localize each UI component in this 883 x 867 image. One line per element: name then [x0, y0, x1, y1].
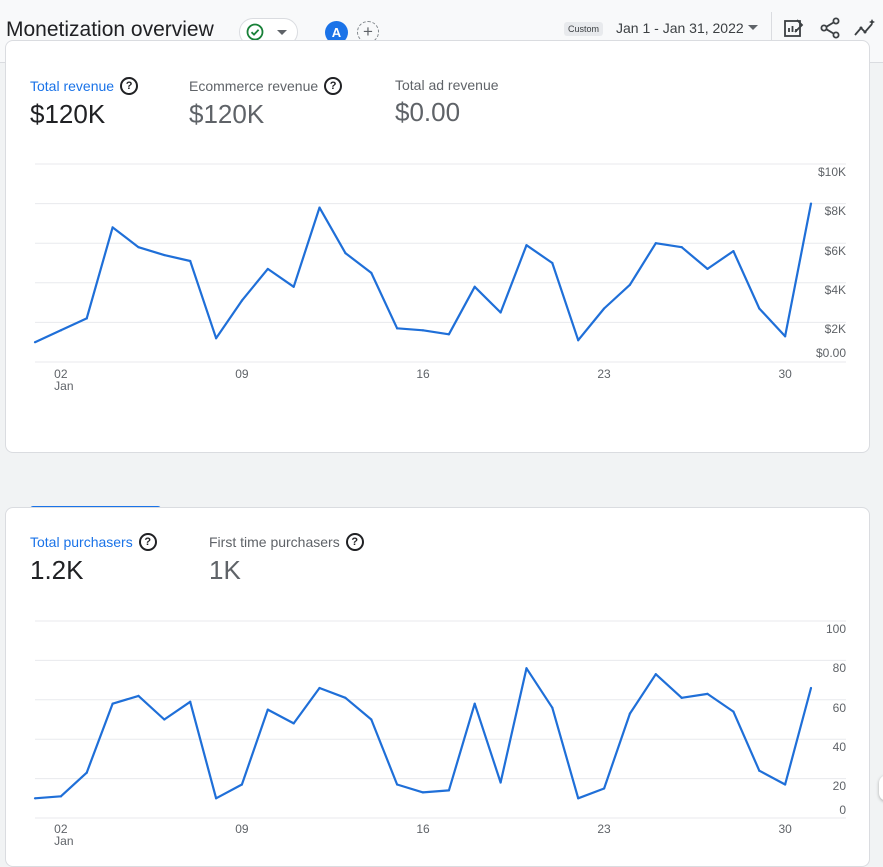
- chart-data-point: [292, 285, 295, 288]
- chart-data-point: [447, 789, 450, 792]
- chart-data-point: [680, 696, 683, 699]
- x-tick-label: 23: [597, 822, 611, 836]
- chart-data-point: [732, 710, 735, 713]
- scroll-handle[interactable]: [879, 775, 883, 801]
- chart-data-point: [758, 769, 761, 772]
- y-tick-label: $8K: [825, 204, 846, 218]
- chart-data-point: [473, 285, 476, 288]
- chart-data-point: [421, 329, 425, 332]
- y-tick-label: 20: [833, 779, 847, 793]
- chart-data-point: [111, 226, 114, 229]
- chart-data-point: [551, 261, 554, 265]
- x-tick-label: 09: [235, 367, 249, 381]
- chart-data-point: [370, 718, 373, 721]
- chart-data-point: [396, 327, 399, 330]
- chart-data-point: [577, 797, 580, 800]
- chart-data-point: [163, 253, 166, 257]
- chart-data-point: [809, 686, 813, 690]
- chart-data-point: [758, 307, 761, 310]
- chart-data-point: [111, 702, 114, 705]
- chart-data-point: [33, 341, 37, 344]
- x-tick-sublabel: Jan: [54, 834, 73, 848]
- chart-data-point: [344, 252, 347, 255]
- chart-data-point: [577, 339, 580, 342]
- x-tick-label: 23: [597, 367, 611, 381]
- y-tick-label: $10K: [818, 165, 846, 179]
- y-tick-label: 40: [833, 740, 847, 754]
- y-tick-label: $6K: [825, 244, 846, 258]
- chart-data-point: [137, 246, 140, 249]
- chart-data-point: [784, 783, 787, 786]
- x-tick-label: 16: [416, 822, 430, 836]
- chart-data-point: [163, 718, 166, 721]
- chart-data-point: [706, 267, 709, 271]
- chart-data-point: [473, 702, 476, 705]
- y-tick-label: $0.00: [816, 346, 846, 360]
- chart-data-point: [318, 686, 321, 690]
- chart-data-point: [85, 771, 88, 774]
- chart-series-line: [34, 203, 813, 344]
- x-tick-sublabel: Jan: [54, 379, 73, 393]
- chart-data-point: [266, 267, 269, 271]
- chart-data-point: [680, 246, 683, 249]
- chart-data-point: [447, 333, 450, 336]
- x-tick-label: 09: [235, 822, 249, 836]
- y-tick-label: $2K: [825, 322, 846, 336]
- chart-data-point: [240, 783, 244, 786]
- chart-data-point: [214, 797, 218, 800]
- chart-data-point: [499, 781, 502, 784]
- charts-layer: $10K$8K$6K$4K$2K$0.0002Jan09 16 23 30100806…: [33, 163, 847, 848]
- chart-data-point: [421, 791, 425, 794]
- chart-data-point: [654, 673, 657, 676]
- chart-data-point: [499, 311, 502, 314]
- chart-data-point: [784, 335, 787, 338]
- x-tick-label: 16: [416, 367, 430, 381]
- chart-data-point: [602, 307, 606, 310]
- chart-data-point: [370, 271, 373, 274]
- chart-data-point: [59, 795, 62, 798]
- chart-data-point: [292, 722, 295, 725]
- y-tick-label: 0: [839, 803, 846, 817]
- chart-data-point: [525, 244, 528, 247]
- chart-data-point: [189, 259, 192, 263]
- chart-data-point: [706, 692, 709, 695]
- x-tick-label: 30: [778, 822, 792, 836]
- chart-data-point: [525, 667, 528, 670]
- y-tick-label: 80: [833, 661, 847, 675]
- y-tick-label: 60: [833, 701, 847, 715]
- chart-data-point: [189, 700, 192, 703]
- chart-data-point: [266, 708, 269, 711]
- y-tick-label: $4K: [825, 283, 846, 297]
- chart-data-point: [344, 696, 347, 699]
- chart-data-point: [809, 202, 813, 205]
- chart-data-point: [602, 787, 606, 790]
- chart-data-point: [732, 250, 735, 253]
- chart-data-point: [318, 206, 321, 209]
- x-tick-label: 30: [778, 367, 792, 381]
- chart-data-point: [396, 783, 399, 786]
- y-tick-label: 100: [826, 622, 846, 636]
- chart-data-point: [137, 694, 140, 697]
- chart-data-point: [551, 706, 554, 709]
- chart-data-point: [214, 337, 218, 340]
- chart-data-point: [33, 797, 37, 800]
- chart-data-point: [59, 329, 62, 332]
- chart-data-point: [628, 283, 632, 286]
- chart-data-point: [240, 299, 244, 302]
- chart-data-point: [654, 242, 657, 245]
- chart-data-point: [628, 712, 632, 715]
- chart-data-point: [85, 317, 88, 320]
